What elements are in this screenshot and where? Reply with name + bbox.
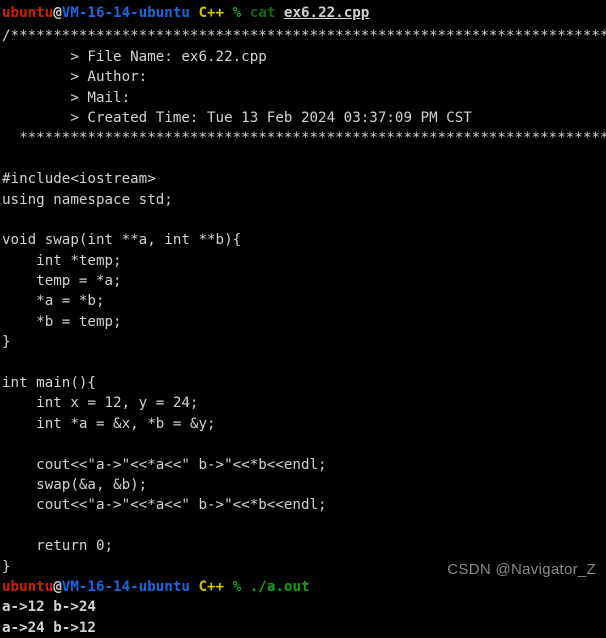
command-run-executable[interactable]: ./a.out — [250, 579, 310, 595]
comment-top-rule: /***************************************… — [2, 28, 606, 45]
code-line-cout-before: cout<<"a->"<<*a<<" b->"<<*b<<endl; — [2, 456, 327, 473]
comment-file-name: > File Name: ex6.22.cpp — [2, 48, 267, 65]
code-line-a-assign: *a = *b; — [2, 293, 105, 310]
comment-created-time: > Created Time: Tue 13 Feb 2024 03:37:09… — [2, 109, 472, 126]
prompt-shell-label: C++ — [198, 578, 225, 595]
output-line-after-swap: a->24 b->12 — [2, 619, 96, 636]
prompt-space-3 — [241, 579, 250, 595]
code-line-return: return 0; — [2, 538, 114, 555]
prompt-host: VM-16-14-ubuntu — [61, 5, 190, 21]
code-line-swap-call: swap(&a, &b); — [2, 476, 148, 493]
code-line-swap-close-brace: } — [2, 334, 11, 351]
prompt-user: ubuntu — [2, 578, 54, 595]
prompt-line-cat: ubuntu@VM-16-14-ubuntu C++ % cat ex6.22.… — [0, 0, 606, 26]
prompt-at-symbol: @ — [53, 5, 62, 21]
prompt-line-run: ubuntu@VM-16-14-ubuntu C++ % ./a.out — [0, 577, 606, 597]
command-argument-filename[interactable]: ex6.22.cpp — [284, 5, 369, 21]
code-line-cout-after: cout<<"a->"<<*a<<" b->"<<*b<<endl; — [2, 497, 327, 514]
prompt-at-symbol: @ — [53, 578, 62, 595]
comment-bottom-rule: ****************************************… — [2, 130, 606, 147]
code-line-temp-decl: int *temp; — [2, 252, 122, 269]
prompt-space-3 — [241, 5, 250, 21]
command-cat: cat — [249, 5, 276, 21]
prompt-percent: % — [232, 578, 242, 595]
prompt-space-2 — [224, 579, 233, 595]
prompt-space-2 — [224, 5, 233, 21]
code-line-temp-assign: temp = *a; — [2, 273, 122, 290]
terminal-window[interactable]: ubuntu@VM-16-14-ubuntu C++ % cat ex6.22.… — [0, 0, 606, 636]
comment-mail: > Mail: — [2, 89, 139, 106]
watermark-label: CSDN @Navigator_Z — [447, 561, 596, 578]
prompt-space-4 — [275, 5, 284, 21]
prompt-user: ubuntu — [2, 5, 54, 21]
code-line-swap-signature: void swap(int **a, int **b){ — [2, 232, 242, 249]
code-line-b-assign: *b = temp; — [2, 313, 122, 330]
prompt-shell-label: C++ — [198, 5, 225, 21]
comment-author: > Author: — [2, 69, 156, 86]
prompt-host: VM-16-14-ubuntu — [61, 578, 190, 595]
code-line-int-xy: int x = 12, y = 24; — [2, 395, 199, 412]
code-line-pointer-decl: int *a = &x, *b = &y; — [2, 415, 216, 432]
code-line-using-namespace: using namespace std; — [2, 191, 173, 208]
prompt-percent: % — [232, 5, 242, 21]
output-line-before-swap: a->12 b->24 — [2, 599, 96, 616]
code-line-include: #include<iostream> — [2, 171, 156, 188]
code-line-main-signature: int main(){ — [2, 375, 96, 392]
